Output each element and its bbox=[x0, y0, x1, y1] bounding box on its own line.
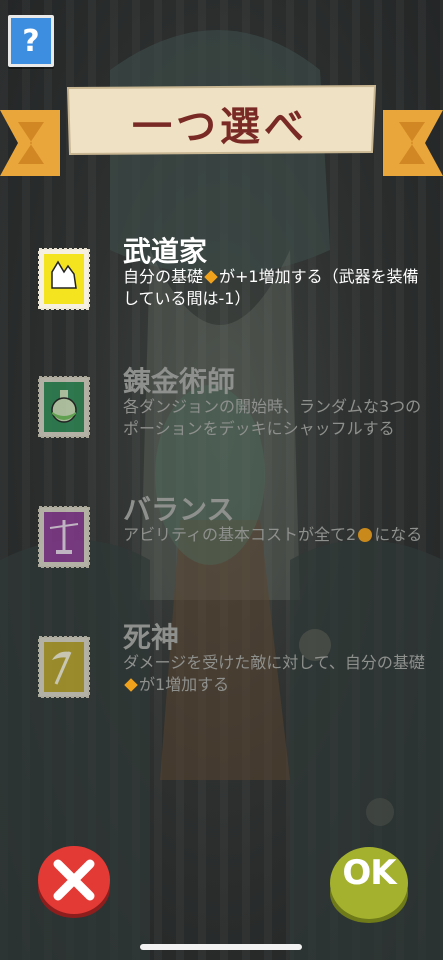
option-title: 錬金術師 bbox=[123, 365, 236, 398]
option-desc-part-a: 自分の基礎 bbox=[123, 267, 204, 286]
fist-icon bbox=[38, 248, 90, 310]
option-martial-artist[interactable]: 武道家 自分の基礎 が+1増加する（武器を装備している間は-1） bbox=[0, 230, 443, 320]
option-desc-part-b: になる bbox=[374, 525, 423, 544]
option-balance[interactable]: バランス アビリティの基本コストが全て2 になる bbox=[0, 488, 443, 578]
ok-label: OK bbox=[342, 853, 396, 893]
option-alchemist[interactable]: 錬金術師 各ダンジョンの開始時、ランダムな3つのポーションをデッキにシャッフルす… bbox=[0, 360, 443, 460]
option-desc-part-a: アビリティの基本コストが全て2 bbox=[123, 525, 357, 544]
option-title: 死神 bbox=[123, 621, 180, 654]
help-button[interactable]: ? bbox=[8, 15, 54, 67]
option-reaper[interactable]: 死神 ダメージを受けた敵に対して、自分の基礎が1増加する bbox=[0, 616, 443, 706]
option-description: ダメージを受けた敵に対して、自分の基礎が1増加する bbox=[123, 652, 428, 696]
scythe-icon bbox=[38, 636, 90, 698]
banner-title: 一つ選べ bbox=[132, 104, 308, 150]
home-indicator[interactable] bbox=[140, 944, 302, 950]
coin-icon bbox=[358, 528, 373, 542]
potion-icon bbox=[38, 376, 90, 438]
close-icon bbox=[38, 846, 110, 918]
option-description: 各ダンジョンの開始時、ランダムな3つのポーションをデッキにシャッフルする bbox=[123, 397, 422, 438]
scales-icon bbox=[38, 506, 90, 568]
cancel-button[interactable] bbox=[36, 840, 112, 920]
help-label: ? bbox=[22, 23, 40, 59]
ok-button[interactable]: OK bbox=[328, 843, 410, 925]
option-title: バランス bbox=[123, 493, 235, 526]
stat-diamond-icon bbox=[204, 270, 218, 284]
option-title: 武道家 bbox=[123, 235, 208, 268]
option-desc-part-a: ダメージを受けた敵に対して、自分の基礎 bbox=[123, 653, 425, 672]
option-description: 自分の基礎 が+1増加する（武器を装備している間は-1） bbox=[123, 266, 428, 310]
option-description: アビリティの基本コストが全て2 になる bbox=[123, 524, 428, 546]
stat-diamond-icon bbox=[124, 678, 138, 692]
option-desc-part-b: が1増加する bbox=[139, 675, 230, 694]
